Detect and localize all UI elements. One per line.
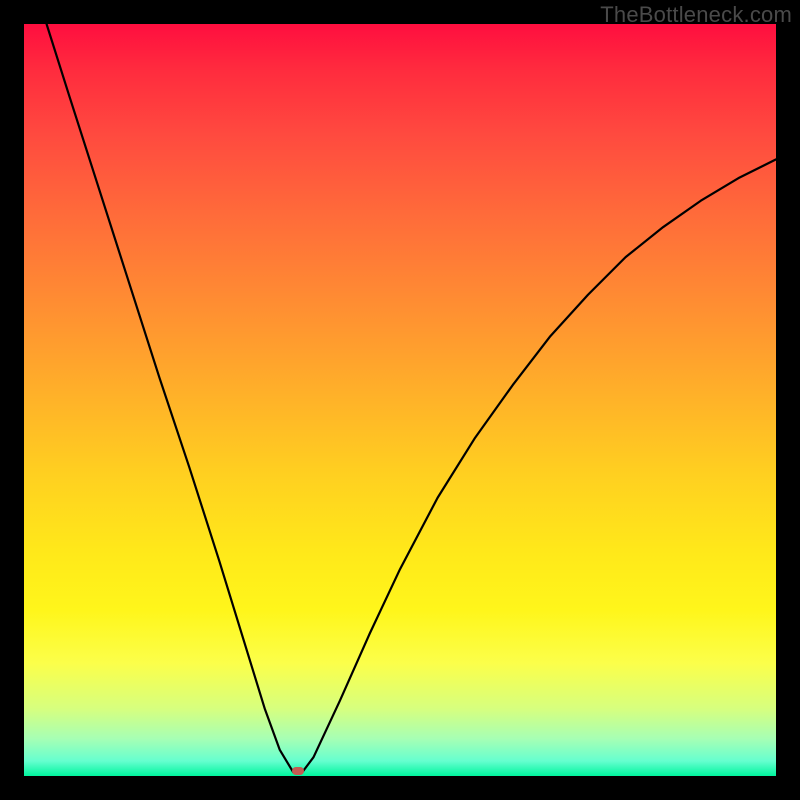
- bottleneck-curve: [24, 24, 776, 776]
- watermark-text: TheBottleneck.com: [600, 2, 792, 28]
- minimum-marker: [292, 767, 304, 775]
- plot-area: [24, 24, 776, 776]
- chart-frame: TheBottleneck.com: [0, 0, 800, 800]
